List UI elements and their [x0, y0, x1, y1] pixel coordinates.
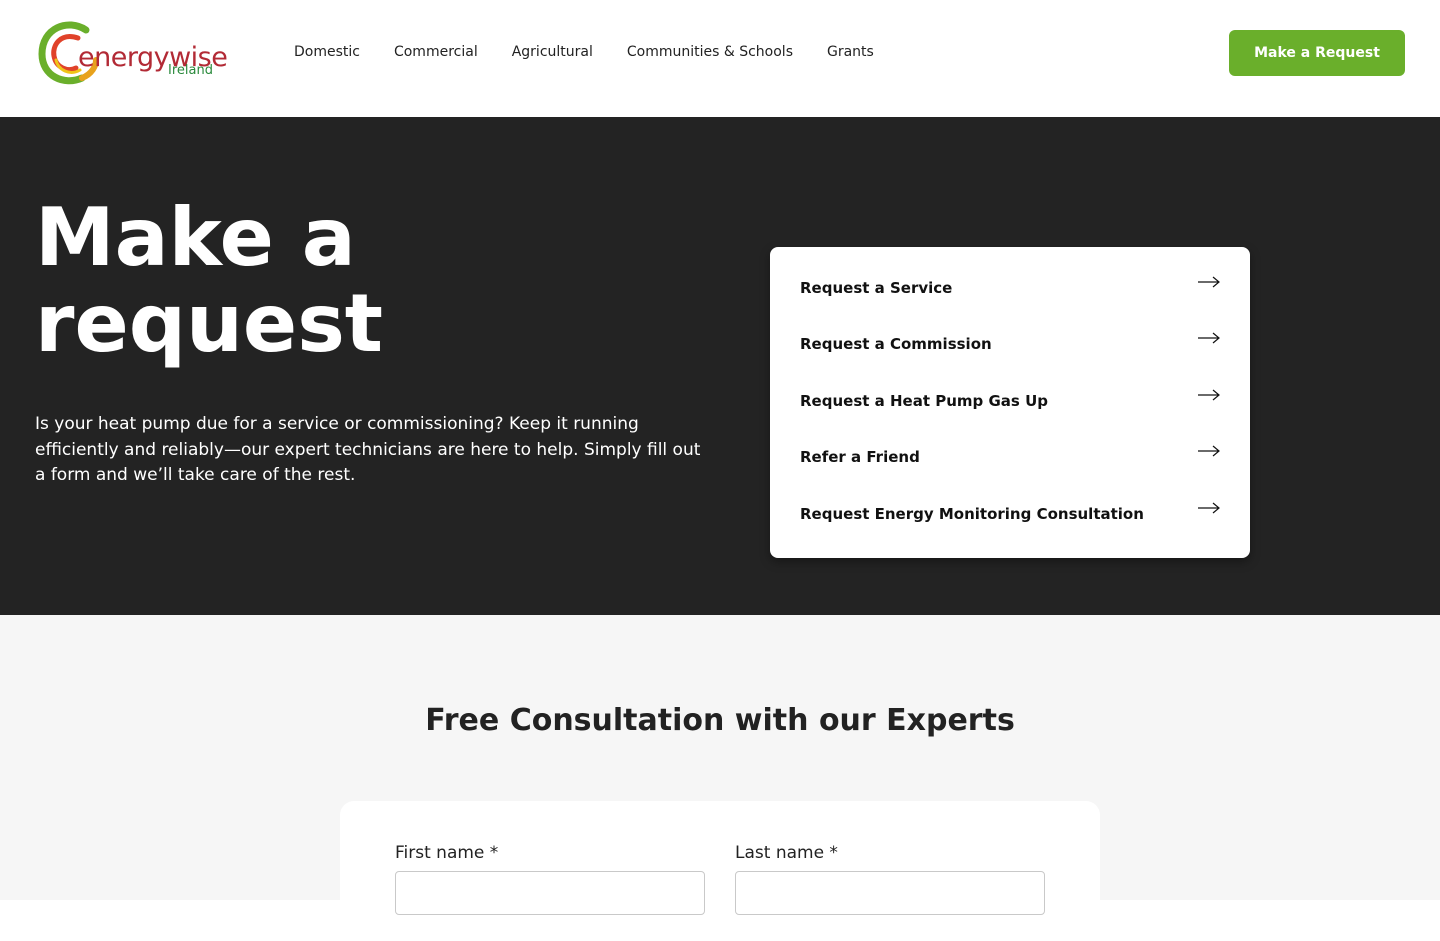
page-title: Make a request — [35, 191, 384, 370]
nav-item-agricultural[interactable]: Agricultural — [512, 44, 593, 60]
main-nav: Domestic Commercial Agricultural Communi… — [294, 44, 908, 60]
arrow-right-icon — [1198, 389, 1220, 401]
last-name-field[interactable] — [735, 871, 1045, 915]
request-energy-monitoring-link[interactable]: Request Energy Monitoring Consultation — [800, 499, 1220, 529]
first-name-field[interactable] — [395, 871, 705, 915]
consultation-form: First name * Last name * — [340, 801, 1100, 941]
last-name-label: Last name * — [735, 843, 838, 863]
request-item-label: Request Energy Monitoring Consultation — [800, 505, 1144, 523]
logo-subtitle: Ireland — [168, 63, 213, 78]
request-heat-pump-gas-up-link[interactable]: Request a Heat Pump Gas Up — [800, 386, 1220, 416]
hero-description: Is your heat pump due for a service or c… — [35, 414, 701, 485]
nav-item-commercial[interactable]: Commercial — [394, 44, 478, 60]
arrow-right-icon — [1198, 276, 1220, 288]
request-service-link[interactable]: Request a Service — [800, 273, 1220, 303]
arrow-right-icon — [1198, 332, 1220, 344]
first-name-label: First name * — [395, 843, 499, 863]
arrow-right-icon — [1198, 445, 1220, 457]
nav-item-communities-schools[interactable]: Communities & Schools — [627, 44, 793, 60]
consultation-section: Free Consultation with our Experts First… — [0, 615, 1440, 941]
consultation-title: Free Consultation with our Experts — [425, 703, 1015, 738]
request-item-label: Request a Heat Pump Gas Up — [800, 392, 1048, 410]
make-a-request-button[interactable]: Make a Request — [1229, 30, 1405, 76]
energywise-logo[interactable]: energywise Ireland — [38, 20, 228, 86]
arrow-right-icon — [1198, 502, 1220, 514]
hero-section: Make a request Is your heat pump due for… — [0, 117, 1440, 615]
request-options-card: Request a Service Request a Commission R… — [770, 247, 1250, 558]
site-header: energywise Ireland Domestic Commercial A… — [0, 0, 1440, 117]
request-commission-link[interactable]: Request a Commission — [800, 329, 1220, 359]
request-item-label: Request a Commission — [800, 335, 992, 353]
nav-item-grants[interactable]: Grants — [827, 44, 874, 60]
request-item-label: Refer a Friend — [800, 448, 920, 466]
request-item-label: Request a Service — [800, 279, 953, 297]
refer-a-friend-link[interactable]: Refer a Friend — [800, 442, 1220, 472]
nav-item-domestic[interactable]: Domestic — [294, 44, 360, 60]
